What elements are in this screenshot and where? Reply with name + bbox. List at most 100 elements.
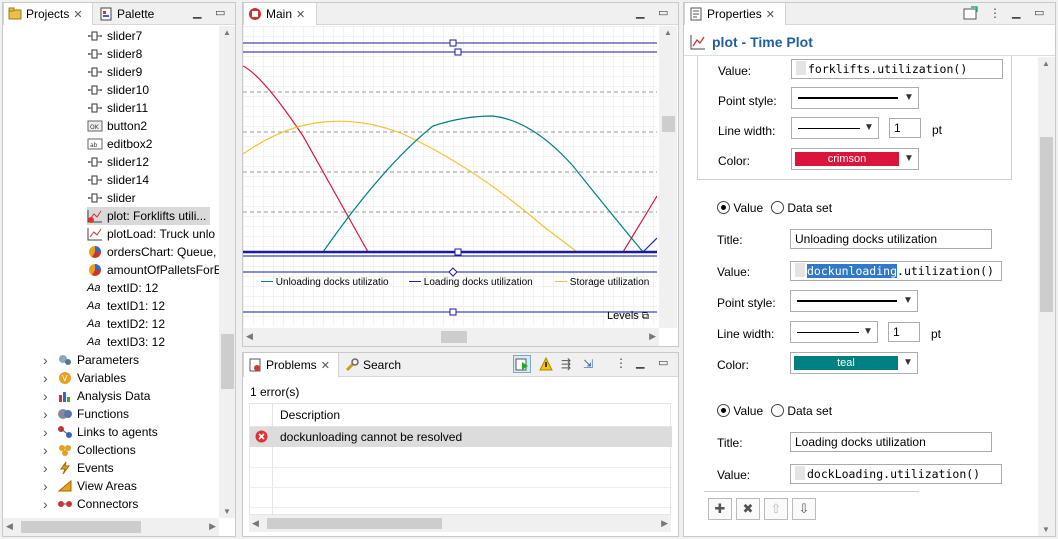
series-2-color-select[interactable]: teal ▼	[790, 352, 918, 374]
selection-handle[interactable]	[454, 248, 462, 256]
tab-main[interactable]: Main ✕	[243, 3, 317, 25]
chevron-right-icon[interactable]: ›	[43, 405, 53, 423]
problems-hscroll-thumb[interactable]	[267, 518, 442, 529]
series-2-title-field[interactable]: Unloading docks utilization	[790, 229, 992, 249]
view-menu-icon[interactable]: ⋮	[615, 356, 627, 370]
tree-item[interactable]: slider9	[87, 63, 142, 81]
move-down-button[interactable]: ⇩	[792, 498, 816, 520]
problems-horizontal-scrollbar[interactable]: ◀ ▶	[249, 515, 671, 532]
tree-item[interactable]: slider	[87, 189, 136, 207]
chevron-right-icon[interactable]: ›	[43, 387, 53, 405]
series-1-value-field[interactable]: forklifts.utilization()	[791, 59, 1003, 79]
minimize-icon[interactable]: ▁	[636, 6, 644, 19]
table-header[interactable]: Description	[250, 404, 672, 516]
tree-item[interactable]: ab editbox2	[87, 135, 152, 153]
close-icon[interactable]: ✕	[766, 8, 775, 21]
remove-series-button[interactable]: ✖	[736, 498, 760, 520]
tree-item[interactable]: slider11	[87, 99, 148, 117]
tree-item[interactable]: slider10	[87, 81, 149, 99]
series-2-radio-dataset[interactable]: Data set	[771, 201, 832, 215]
close-icon[interactable]: ✕	[296, 8, 305, 21]
add-series-button[interactable]: ✚	[708, 498, 732, 520]
series-1-line-width-select[interactable]: ▼	[791, 117, 879, 139]
selection-handle[interactable]	[454, 48, 462, 56]
warning-filter-icon[interactable]	[539, 356, 553, 374]
tree-item[interactable]: plot: Forklifts utili...	[87, 207, 211, 225]
tree-item[interactable]: Aa textID3: 12	[87, 333, 165, 351]
tree-group[interactable]: › View Areas	[43, 477, 137, 495]
tab-palette[interactable]: Palette	[95, 3, 165, 25]
series-3-value-field[interactable]: dockLoading.utilization()	[790, 464, 1002, 484]
tree-group[interactable]: › Analysis Data	[43, 387, 150, 405]
tree-item[interactable]: Aa textID: 12	[87, 279, 158, 297]
tab-problems[interactable]: Problems ✕	[243, 353, 339, 377]
editor-scroll-thumb[interactable]	[662, 116, 675, 132]
tree-item[interactable]: ordersChart: Queue,	[87, 243, 216, 261]
series-3-title-field[interactable]: Loading docks utilization	[790, 432, 992, 452]
filter-icon[interactable]: ⇶	[561, 357, 571, 371]
series-2-radio-value[interactable]: Value	[717, 201, 763, 215]
radio-button[interactable]	[717, 201, 730, 214]
tree-item[interactable]: plotLoad: Truck unlo	[87, 225, 215, 243]
move-up-button[interactable]: ⇧	[764, 498, 788, 520]
chevron-right-icon[interactable]: ›	[43, 369, 53, 387]
close-icon[interactable]: ✕	[73, 8, 82, 21]
tree-item[interactable]: Aa textID1: 12	[87, 297, 165, 315]
series-2-value-field[interactable]: dockunloading.utilization()	[790, 261, 1002, 281]
series-1-line-width-input[interactable]: 1	[889, 118, 921, 138]
tree-item[interactable]: slider8	[87, 45, 142, 63]
tree-group[interactable]: › Parameters	[43, 351, 139, 369]
tree-vertical-scrollbar[interactable]: ▲ ▼	[219, 26, 235, 518]
series-2-line-width-select[interactable]: ▼	[790, 321, 878, 343]
radio-button[interactable]	[771, 201, 784, 214]
pin-view-icon[interactable]	[963, 6, 979, 23]
series-2-point-style-select[interactable]: ▼	[790, 290, 918, 312]
chevron-right-icon[interactable]: ›	[43, 477, 53, 495]
close-icon[interactable]: ✕	[321, 359, 330, 372]
tree-scroll-thumb[interactable]	[221, 334, 234, 389]
editor-hscroll-thumb[interactable]	[441, 331, 467, 343]
maximize-icon[interactable]: ▭	[215, 6, 225, 19]
chevron-right-icon[interactable]: ›	[43, 441, 53, 459]
tree-item[interactable]: slider14	[87, 171, 149, 189]
minimize-icon[interactable]: ▁	[193, 6, 201, 19]
selection-handle[interactable]	[449, 308, 457, 316]
tree-group[interactable]: › V Variables	[43, 369, 126, 387]
run-check-icon[interactable]	[513, 355, 531, 373]
tree-group[interactable]: › Links to agents	[43, 423, 158, 441]
tree-item[interactable]: OK button2	[87, 117, 147, 135]
radio-button[interactable]	[771, 404, 784, 417]
tree-item[interactable]: amountOfPalletsForE	[87, 261, 219, 279]
tree-item[interactable]: Aa textID2: 12	[87, 315, 165, 333]
tab-properties[interactable]: Properties ✕	[684, 3, 786, 25]
tree-group[interactable]: › Connectors	[43, 495, 138, 513]
chevron-right-icon[interactable]: ›	[43, 495, 53, 513]
maximize-icon[interactable]: ▭	[658, 356, 668, 369]
minimize-icon[interactable]: ▁	[636, 356, 644, 369]
tab-projects[interactable]: Projects ✕	[3, 3, 93, 25]
levels-label[interactable]: Levels ⧉	[607, 310, 649, 322]
tree-item[interactable]: slider12	[87, 153, 149, 171]
minimize-icon[interactable]: ▁	[1012, 6, 1020, 19]
tree-hscroll-thumb[interactable]	[21, 521, 141, 533]
tree-group[interactable]: › Collections	[43, 441, 136, 459]
tree-group[interactable]: › Functions	[43, 405, 129, 423]
tree-horizontal-scrollbar[interactable]: ◀ ▶	[3, 518, 219, 536]
maximize-icon[interactable]: ▭	[658, 6, 668, 19]
maximize-icon[interactable]: ▭	[1034, 6, 1044, 19]
tree-group[interactable]: › Events	[43, 459, 114, 477]
export-icon[interactable]: ⇲	[583, 357, 593, 371]
chevron-right-icon[interactable]: ›	[43, 423, 53, 441]
series-3-radio-value[interactable]: Value	[717, 404, 763, 418]
view-menu-icon[interactable]: ⋮	[989, 6, 1001, 20]
series-1-point-style-select[interactable]: ▼	[791, 87, 919, 109]
series-1-color-select[interactable]: crimson ▼	[791, 148, 919, 170]
radio-button[interactable]	[717, 404, 730, 417]
chevron-right-icon[interactable]: ›	[43, 351, 53, 369]
editor-vertical-scrollbar[interactable]: ▲	[659, 26, 677, 328]
tree-item[interactable]: slider7	[87, 27, 142, 45]
column-description[interactable]: Description	[280, 408, 340, 422]
tab-search[interactable]: Search	[341, 353, 411, 377]
properties-vertical-scrollbar[interactable]: ▲ ▼	[1038, 57, 1055, 536]
series-3-radio-dataset[interactable]: Data set	[771, 404, 832, 418]
